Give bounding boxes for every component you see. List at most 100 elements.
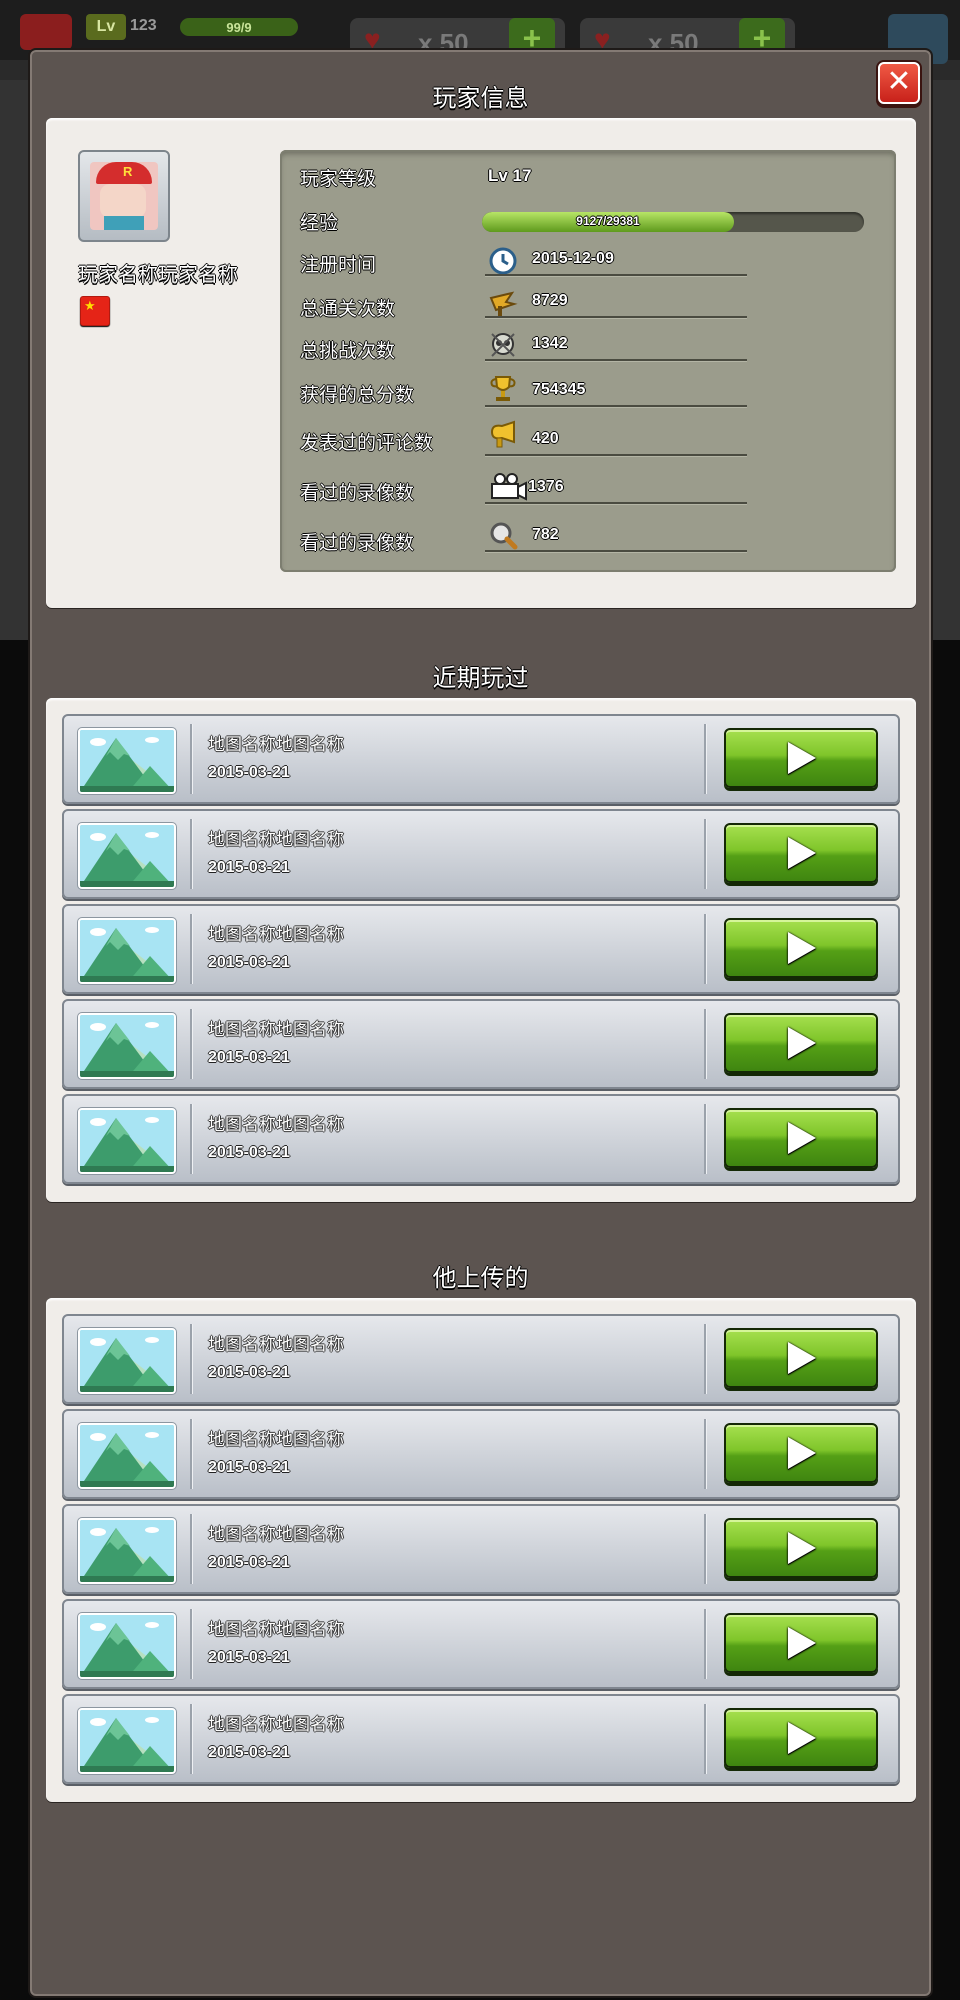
player-info-panel: R 玩家名称玩家名称 ★ 玩家等级 Lv 17 经验 9127/29381 注册… [46,118,916,608]
map-thumbnail [78,1328,176,1394]
map-name: 地图名称地图名称 [208,735,344,754]
map-name: 地图名称地图名称 [208,1020,344,1039]
row-divider [190,819,193,889]
play-button[interactable] [724,1108,878,1168]
map-list-item[interactable]: 地图名称地图名称 2015-03-21 [62,1694,900,1784]
map-name: 地图名称地图名称 [208,830,344,849]
map-list-item[interactable]: 地图名称地图名称 2015-03-21 [62,809,900,899]
mountain-thumbnail-icon [80,1520,174,1582]
play-button[interactable] [724,1708,878,1768]
map-list-item[interactable]: 地图名称地图名称 2015-03-21 [62,999,900,1089]
play-icon [788,932,816,964]
play-button[interactable] [724,823,878,883]
row-divider [190,1009,193,1079]
stat-label-total-challenges: 总挑战次数 [300,341,396,362]
map-thumbnail [78,1013,176,1079]
row-divider [190,1419,193,1489]
map-list-item[interactable]: 地图名称地图名称 2015-03-21 [62,714,900,804]
mountain-thumbnail-icon [80,1330,174,1392]
stat-underline [485,454,747,457]
player-info-title: 玩家信息 [432,85,529,112]
row-divider [190,914,193,984]
row-divider [704,724,707,794]
stat-underline [485,316,747,319]
recent-played-title: 近期玩过 [432,665,529,692]
play-button[interactable] [724,1013,878,1073]
map-list-item[interactable]: 地图名称地图名称 2015-03-21 [62,1504,900,1594]
play-button[interactable] [724,1328,878,1388]
player-info-dialog: ✕ 玩家信息 R 玩家名称玩家名称 ★ 玩家等级 Lv 17 经验 9127/2… [28,48,933,1998]
stat-label-total-score: 获得的总分数 [300,385,415,406]
magnifier-icon [490,522,518,550]
row-divider [190,1104,193,1174]
play-icon [788,1027,816,1059]
stat-underline [485,550,747,553]
flag-star: ★ [84,298,96,313]
play-icon [788,1532,816,1564]
map-name: 地图名称地图名称 [208,1430,344,1449]
play-button[interactable] [724,1423,878,1483]
stat-label-comments: 发表过的评论数 [300,433,434,454]
hud-avatar[interactable] [20,14,72,50]
trophy-icon [490,376,516,401]
mountain-thumbnail-icon [80,1710,174,1772]
map-thumbnail [78,728,176,794]
play-button[interactable] [724,728,878,788]
play-button[interactable] [724,1613,878,1673]
stat-label-total-clears: 总通关次数 [300,299,396,320]
stat-label-register-time: 注册时间 [300,255,377,276]
play-icon [788,1122,816,1154]
play-button[interactable] [724,918,878,978]
stat-value-replays-watched-2: 782 [532,526,559,543]
map-name: 地图名称地图名称 [208,1620,344,1639]
play-icon [788,1722,816,1754]
map-date: 2015-03-21 [208,1459,290,1476]
level-label: 玩家等级 [300,169,377,190]
play-icon [788,1342,816,1374]
stat-label-replays-watched: 看过的录像数 [300,483,415,504]
mountain-thumbnail-icon [80,825,174,887]
play-icon [788,1437,816,1469]
hud-level-number: 123 [130,17,157,34]
map-list-item[interactable]: 地图名称地图名称 2015-03-21 [62,1409,900,1499]
mountain-thumbnail-icon [80,1015,174,1077]
exp-label: 经验 [300,213,339,234]
row-divider [704,1324,707,1394]
map-date: 2015-03-21 [208,1144,290,1161]
recent-maps-panel: 地图名称地图名称 2015-03-21 地图名称地图名称 2015-03-21 [46,698,916,1202]
stat-value-replays-watched: 1376 [528,478,564,495]
stat-value-register-time: 2015-12-09 [532,250,614,267]
stat-label-replays-watched-2: 看过的录像数 [300,533,415,554]
hud-exp-bar: 99/9 [180,18,298,36]
avatar-cap-letter: R [123,164,133,179]
map-name: 地图名称地图名称 [208,1335,344,1354]
stat-underline [485,502,747,505]
row-divider [704,1009,707,1079]
map-date: 2015-03-21 [208,859,290,876]
map-thumbnail [78,1423,176,1489]
map-date: 2015-03-21 [208,1744,290,1761]
stat-value-total-challenges: 1342 [532,335,568,352]
map-date: 2015-03-21 [208,1649,290,1666]
map-thumbnail [78,1613,176,1679]
map-list-item[interactable]: 地图名称地图名称 2015-03-21 [62,1599,900,1689]
map-list-item[interactable]: 地图名称地图名称 2015-03-21 [62,904,900,994]
map-date: 2015-03-21 [208,954,290,971]
horn-icon [490,420,515,448]
stat-underline [485,405,747,408]
avatar-shirt [104,216,144,230]
map-list-item[interactable]: 地图名称地图名称 2015-03-21 [62,1094,900,1184]
exp-progress-bar: 9127/29381 [482,212,864,232]
map-name: 地图名称地图名称 [208,1525,344,1544]
row-divider [190,1514,193,1584]
map-thumbnail [78,1708,176,1774]
stats-box: 玩家等级 Lv 17 经验 9127/29381 注册时间 2015-12-09… [280,150,896,572]
row-divider [704,1419,707,1489]
mountain-thumbnail-icon [80,1110,174,1172]
play-button[interactable] [724,1518,878,1578]
row-divider [704,819,707,889]
row-divider [704,1704,707,1774]
map-list-item[interactable]: 地图名称地图名称 2015-03-21 [62,1314,900,1404]
map-thumbnail [78,918,176,984]
china-flag-icon: ★ [80,296,110,326]
